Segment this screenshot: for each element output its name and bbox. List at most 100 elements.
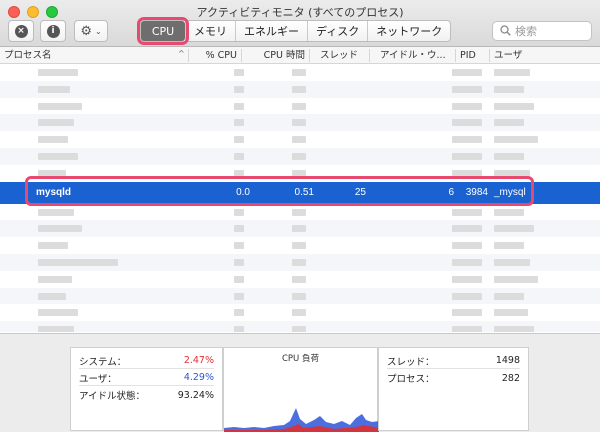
cell-cpu-time: 0.51 [294, 186, 314, 198]
blurred-cell [292, 258, 306, 266]
blurred-cell [494, 152, 524, 160]
blurred-cell [494, 136, 538, 144]
blurred-cell [38, 275, 72, 283]
column-user[interactable]: ユーザ [494, 49, 598, 62]
blurred-cell [234, 208, 244, 216]
blurred-cell [452, 69, 482, 76]
blurred-cell [494, 69, 530, 76]
blurred-cell [292, 102, 306, 110]
sort-ascending-icon: ^ [178, 49, 185, 58]
blurred-cell [452, 85, 482, 93]
blurred-cell [452, 242, 482, 250]
search-field[interactable]: 検索 [492, 21, 592, 41]
table-row[interactable] [0, 321, 600, 332]
blurred-cell [38, 152, 78, 160]
cpu-load-title: CPU 負荷 [282, 354, 319, 364]
blurred-cell [234, 119, 244, 127]
column-cpu-time[interactable]: CPU 時間 [246, 49, 310, 62]
stat-system: システム： 2.47% [79, 353, 214, 369]
column-idle-wakeups[interactable]: アイドル・ウ... [380, 49, 456, 62]
cpu-load-panel: CPU 負荷 [223, 347, 379, 432]
blurred-cell [234, 85, 244, 93]
table-row[interactable] [0, 220, 600, 238]
stat-user-label: ユーザ： [79, 373, 117, 385]
stat-system-label: システム： [79, 356, 127, 368]
blurred-cell [292, 69, 306, 76]
blurred-cell [452, 258, 482, 266]
stat-user-value: 4.29% [183, 372, 214, 383]
cell-idle-wakeups: 6 [448, 186, 454, 198]
stat-threads-label: スレッド： [387, 356, 435, 368]
blurred-cell [494, 85, 524, 93]
blurred-cell [234, 275, 244, 283]
stat-processes: プロセス： 282 [387, 370, 520, 386]
blurred-cell [452, 169, 482, 177]
stat-idle: アイドル状態： 93.24% [79, 387, 214, 403]
table-row[interactable] [0, 147, 600, 165]
action-menu-button[interactable]: ⚙ ⌄ [74, 20, 108, 42]
blurred-cell [452, 152, 482, 160]
column-header: プロセス名 ^ % CPU CPU 時間 スレッド アイドル・ウ... PID … [0, 47, 600, 64]
blurred-cell [494, 292, 524, 300]
table-row[interactable] [0, 204, 600, 221]
table-row[interactable] [0, 237, 600, 254]
table-row[interactable] [0, 64, 600, 81]
blurred-cell [38, 326, 74, 332]
blurred-cell [234, 152, 244, 160]
summary-area: システム： 2.47% ユーザ： 4.29% アイドル状態： 93.24% CP… [0, 333, 600, 432]
blurred-cell [292, 309, 306, 317]
tab-disk[interactable]: ディスク [307, 21, 367, 41]
column-threads[interactable]: スレッド [320, 49, 370, 62]
column-pid[interactable]: PID [460, 49, 490, 62]
cell-pid: 3984 [465, 186, 488, 198]
blurred-cell [234, 309, 244, 317]
blurred-cell [234, 169, 244, 177]
table-row-selected[interactable]: mysqld 0.0 0.51 25 6 3984 _mysql [0, 181, 600, 204]
close-circle-icon: × [14, 24, 28, 38]
stat-idle-label: アイドル状態： [79, 391, 146, 402]
quit-process-button[interactable]: × [8, 20, 34, 42]
blurred-cell [452, 326, 482, 332]
process-table: mysqld 0.0 0.51 25 6 3984 _mysql [0, 64, 600, 332]
blurred-cell [494, 326, 534, 332]
table-row[interactable] [0, 80, 600, 98]
blurred-cell [452, 208, 482, 216]
blurred-cell [292, 292, 306, 300]
tab-cpu[interactable]: CPU [137, 17, 189, 45]
blurred-cell [494, 119, 524, 127]
blurred-cell [234, 136, 244, 144]
tab-memory[interactable]: メモリ [185, 21, 235, 41]
blurred-cell [38, 242, 68, 250]
stat-idle-value: 93.24% [177, 389, 214, 401]
table-row[interactable] [0, 271, 600, 288]
blurred-cell [452, 102, 482, 110]
table-row[interactable] [0, 98, 600, 115]
tab-energy[interactable]: エネルギー [235, 21, 307, 41]
table-row[interactable] [0, 287, 600, 305]
window-title: アクティビティモニタ (すべてのプロセス) [196, 6, 404, 19]
cpu-usage-panel: システム： 2.47% ユーザ： 4.29% アイドル状態： 93.24% [70, 347, 223, 431]
table-row[interactable] [0, 114, 600, 132]
blurred-cell [292, 242, 306, 250]
stat-threads: スレッド： 1498 [387, 353, 520, 369]
blurred-cell [38, 258, 118, 266]
blurred-cell [452, 225, 482, 233]
cell-process-name: mysqld [36, 186, 72, 198]
blurred-cell [494, 102, 534, 110]
stat-processes-label: プロセス： [387, 374, 435, 385]
blurred-cell [38, 136, 68, 144]
blurred-cell [494, 169, 530, 177]
blurred-cell [292, 208, 306, 216]
column-process-name[interactable]: プロセス名 [4, 49, 189, 62]
column-cpu-percent[interactable]: % CPU [190, 49, 242, 62]
blurred-cell [234, 225, 244, 233]
blurred-cell [38, 85, 70, 93]
table-row[interactable] [0, 304, 600, 321]
table-row[interactable] [0, 165, 600, 182]
tab-network[interactable]: ネットワーク [367, 21, 450, 41]
blurred-cell [494, 208, 524, 216]
blurred-cell [452, 275, 482, 283]
table-row[interactable] [0, 131, 600, 148]
inspect-process-button[interactable]: i [40, 20, 66, 42]
table-row[interactable] [0, 253, 600, 271]
